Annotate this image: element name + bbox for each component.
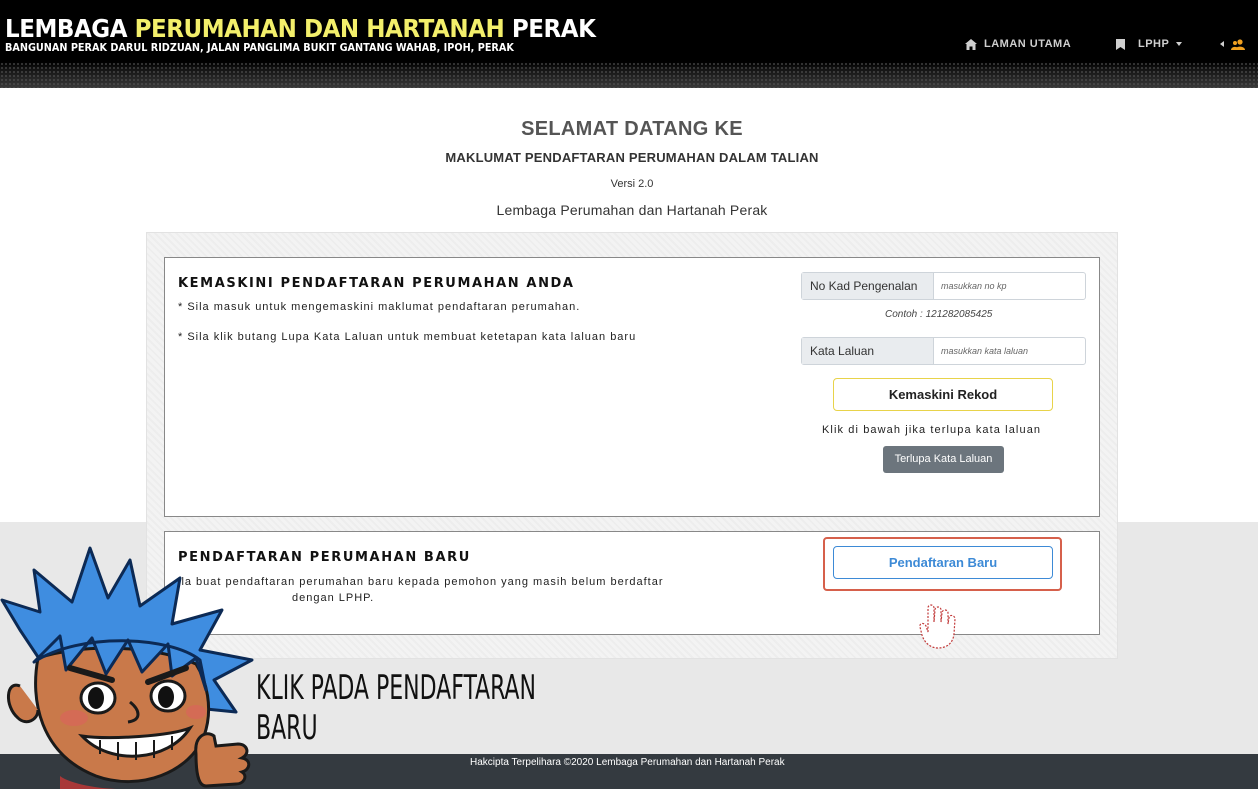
welcome-block: SELAMAT DATANG KE MAKLUMAT PENDAFTARAN P… [0, 118, 1258, 218]
password-field: Kata Laluan [801, 337, 1086, 365]
ic-number-label: No Kad Pengenalan [802, 273, 934, 299]
version-label: Versi 2.0 [610, 178, 654, 190]
new-registration-button[interactable]: Pendaftaran Baru [833, 546, 1053, 579]
brand-subtitle: BANGUNAN PERAK DARUL RIDZUAN, JALAN PANG… [5, 41, 514, 54]
bookmark-icon [1116, 38, 1125, 50]
chevron-down-icon [1176, 42, 1183, 46]
chevron-left-icon [1220, 41, 1224, 47]
welcome-title: SELAMAT DATANG KE [521, 118, 743, 140]
callout-line-2: BARU [256, 708, 318, 748]
organization-name: Lembaga Perumahan dan Hartanah Perak [496, 202, 768, 218]
user-group-icon [1231, 38, 1245, 50]
password-label: Kata Laluan [802, 338, 934, 364]
ic-number-field: No Kad Pengenalan [801, 272, 1086, 300]
top-navbar: LEMBAGA PERUMAHAN DAN HARTANAH PERAK BAN… [0, 0, 1258, 88]
update-heading: KEMASKINI PENDAFTARAN PERUMAHAN ANDA [178, 276, 575, 291]
brand-title[interactable]: LEMBAGA PERUMAHAN DAN HARTANAH PERAK [5, 14, 596, 43]
update-note-2: * Sila klik butang Lupa Kata Laluan untu… [178, 331, 637, 343]
nav-home[interactable]: LAMAN UTAMA [965, 36, 1071, 52]
password-input[interactable] [934, 338, 1085, 364]
instruction-callout: KLIK PADA PENDAFTARAN BARU [256, 668, 536, 748]
pointer-hand-icon [919, 604, 956, 649]
copyright-text: Hakcipta Terpelihara ©2020 Lembaga Perum… [470, 757, 785, 768]
ic-example-hint: Contoh : 121282085425 [885, 309, 993, 320]
ic-number-input[interactable] [934, 273, 1085, 299]
new-registration-note-2: dengan LPHP. [292, 592, 375, 604]
brand-title-part3: PERAK [504, 14, 596, 43]
mascot-character-illustration [0, 546, 254, 789]
nav-user-menu[interactable] [1220, 36, 1245, 52]
home-icon [965, 38, 977, 50]
update-note-1: * Sila masuk untuk mengemaskini maklumat… [178, 301, 581, 313]
brand-title-part1: LEMBAGA [5, 14, 135, 43]
nav-home-label: LAMAN UTAMA [984, 38, 1072, 50]
brand-title-highlight: PERUMAHAN DAN HARTANAH [134, 14, 505, 43]
nav-lphp-label: LPHP [1138, 38, 1170, 50]
forgot-password-button[interactable]: Terlupa Kata Laluan [883, 446, 1004, 473]
welcome-subtitle: MAKLUMAT PENDAFTARAN PERUMAHAN DALAM TAL… [445, 150, 819, 165]
update-record-button[interactable]: Kemaskini Rekod [833, 378, 1053, 411]
nav-lphp-dropdown[interactable]: LPHP [1116, 36, 1183, 52]
forgot-password-text: Klik di bawah jika terlupa kata laluan [822, 424, 1042, 436]
callout-line-1: KLIK PADA PENDAFTARAN [256, 668, 536, 708]
